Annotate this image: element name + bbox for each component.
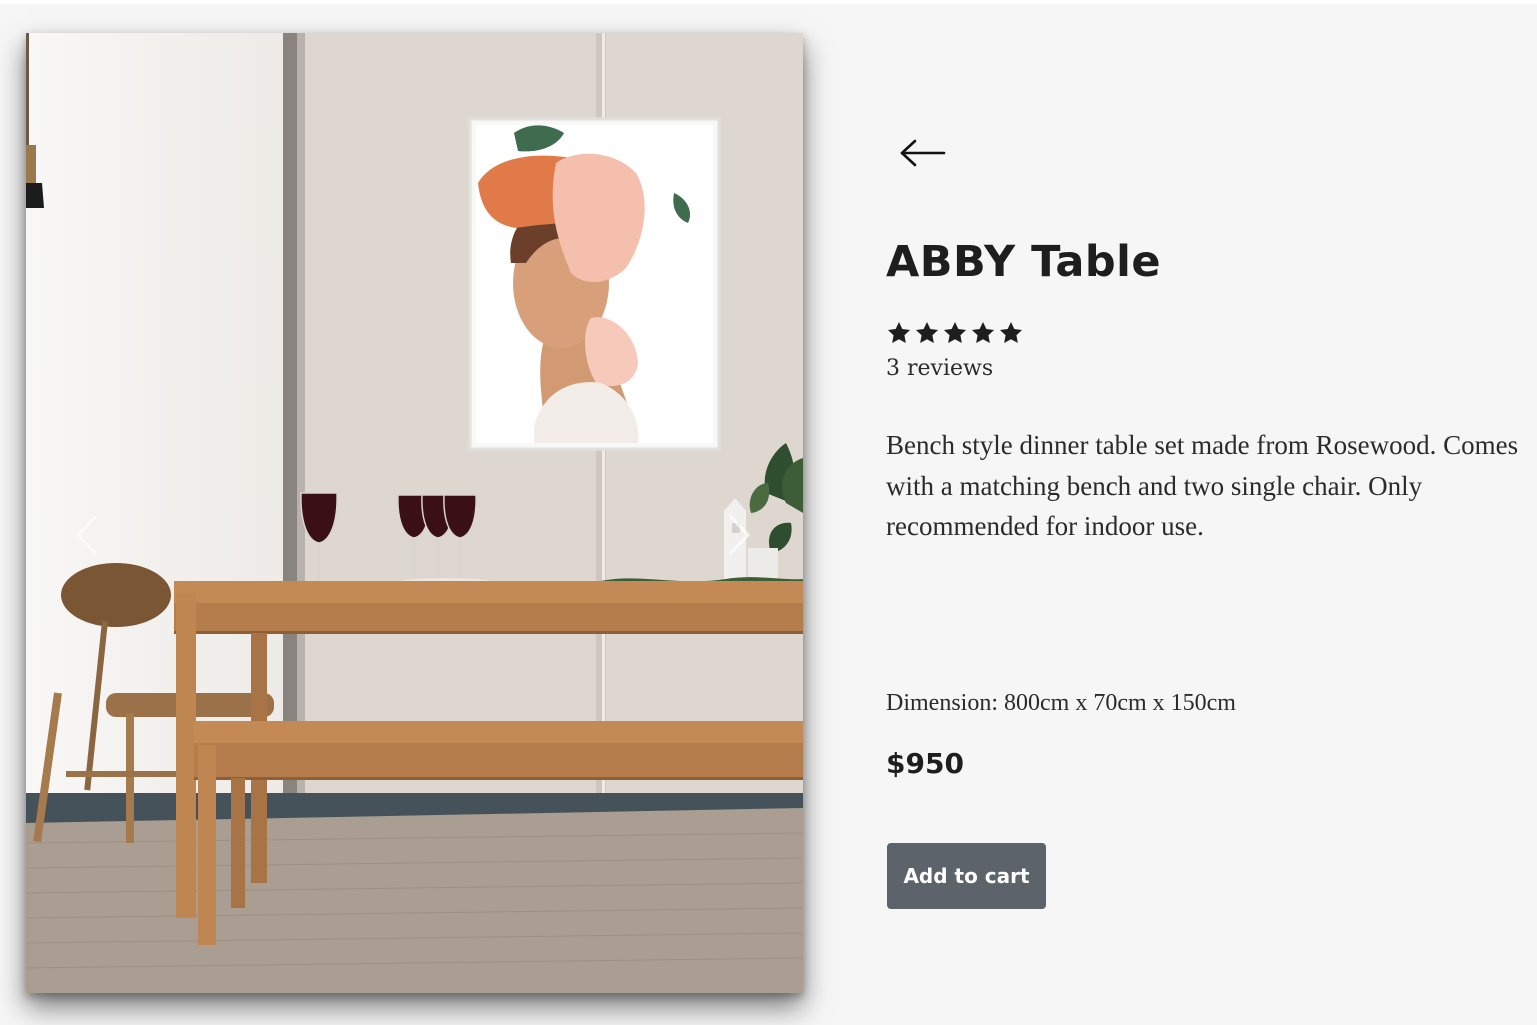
product-page: ABBY Table 3 reviews Bench style dinner …	[0, 4, 1537, 1025]
product-image-carousel[interactable]	[26, 33, 803, 993]
star-rating	[886, 320, 1024, 348]
back-button[interactable]	[897, 137, 949, 173]
chevron-right-icon[interactable]	[726, 513, 752, 557]
product-title: ABBY Table	[886, 237, 1162, 287]
product-description: Bench style dinner table set made from R…	[886, 430, 1519, 541]
star-icon	[914, 320, 940, 348]
arrow-left-icon	[900, 139, 946, 167]
chevron-left-icon[interactable]	[74, 513, 100, 557]
star-icon	[998, 320, 1024, 348]
star-icon	[942, 320, 968, 348]
product-price: $950	[886, 747, 964, 780]
star-icon	[886, 320, 912, 348]
product-photo	[26, 33, 803, 993]
reviews-count[interactable]: 3 reviews	[886, 354, 993, 384]
add-to-cart-button[interactable]: Add to cart	[887, 843, 1046, 909]
star-icon	[970, 320, 996, 348]
product-dimension: Dimension: 800cm x 70cm x 150cm	[886, 690, 1236, 716]
